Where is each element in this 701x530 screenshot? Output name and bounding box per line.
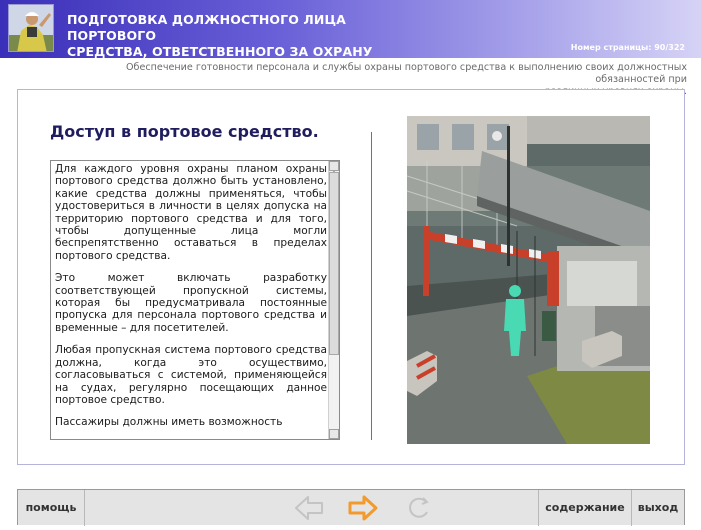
officer-avatar-icon [8,4,54,52]
paragraph: Пассажиры должны иметь возможность [55,416,283,429]
back-button[interactable] [286,490,332,526]
header-banner: ПОДГОТОВКА ДОЛЖНОСТНОГО ЛИЦА ПОРТОВОГО С… [0,0,701,60]
content-card: Доступ в портовое средство. Для каждого … [17,89,685,465]
arrow-right-icon [348,495,378,521]
page-number: Номер страницы: 90/322 [570,43,685,52]
triangle-down-icon [330,437,338,440]
page-title: Доступ в портовое средство. [50,122,319,141]
vertical-scrollbar[interactable] [328,161,339,439]
text-content: Для каждого уровня охраны планом охраны … [55,163,327,439]
checkpoint-illustration [407,116,650,444]
section-subtitle-line1: Обеспечение готовности персонала и служб… [126,62,687,85]
help-button[interactable]: помощь [18,490,85,526]
scrollbar-thumb[interactable] [329,172,339,355]
reload-button[interactable] [396,490,442,526]
contents-button[interactable]: содержание [538,490,632,526]
exit-button[interactable]: выход [632,490,684,526]
scrollable-text-box[interactable]: Для каждого уровня охраны планом охраны … [50,160,340,440]
content-divider [371,132,372,440]
course-title: ПОДГОТОВКА ДОЛЖНОСТНОГО ЛИЦА ПОРТОВОГО С… [67,12,427,60]
next-button[interactable] [340,490,386,526]
course-title-line1: ПОДГОТОВКА ДОЛЖНОСТНОГО ЛИЦА ПОРТОВОГО [67,12,346,43]
paragraph: Для каждого уровня охраны планом охраны … [55,163,327,262]
scroll-up-button[interactable] [329,161,339,175]
footer-toolbar: помощь содержание выход [17,489,685,526]
paragraph: Это может включать разработку соответств… [55,272,327,334]
paragraph: Любая пропускная система портового средс… [55,344,327,406]
reload-icon [409,497,429,518]
arrow-left-icon [295,496,323,520]
course-title-line2: СРЕДСТВА, ОТВЕТСТВЕННОГО ЗА ОХРАНУ [67,44,373,59]
scroll-down-button[interactable] [329,429,339,439]
